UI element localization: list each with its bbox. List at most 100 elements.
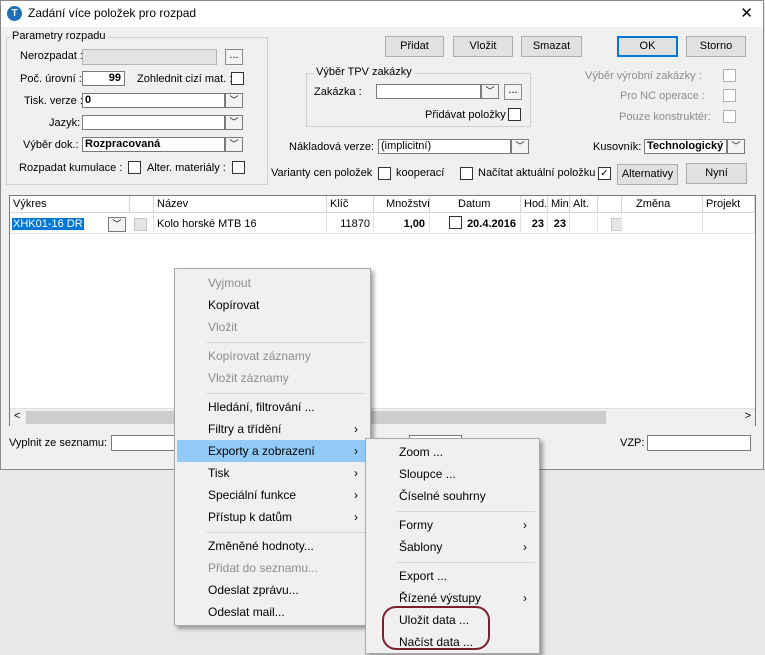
col-head-vykres[interactable]: Výkres — [10, 196, 130, 213]
submenu-export[interactable]: Export ... — [368, 565, 537, 587]
cell-mnozstvi[interactable]: 1,00 — [374, 214, 430, 234]
chevron-right-icon: › — [354, 422, 358, 436]
tisk-verze-label: Tisk. verze : — [24, 95, 83, 107]
menu-exporty[interactable]: Exporty a zobrazení › — [177, 440, 368, 462]
zakazka-field[interactable] — [376, 84, 481, 99]
nerozpadat-field — [82, 49, 217, 65]
vyber-dok-field[interactable]: Rozpracovaná — [82, 137, 225, 152]
kusovnik-field[interactable]: Technologický — [644, 139, 727, 154]
menu-odeslat-zpravu[interactable]: Odeslat zprávu... — [177, 579, 368, 601]
pridat-button[interactable]: Přidat — [385, 36, 444, 57]
vyrobni-zakazka-label: Výběr výrobní zakázky : — [585, 70, 702, 82]
ok-button[interactable]: OK — [617, 36, 678, 57]
nakladova-field[interactable]: (implicitní) — [378, 139, 511, 154]
vzp-field[interactable] — [647, 435, 751, 451]
vyber-dok-dropdown-icon[interactable]: ﹀ — [225, 137, 243, 152]
menu-hledani[interactable]: Hledání, filtrování ... — [177, 396, 368, 418]
nakladova-dropdown-icon[interactable]: ﹀ — [511, 139, 529, 154]
col-head-klic[interactable]: Klíč — [327, 196, 374, 213]
menu-tisk-label: Tisk — [208, 466, 230, 480]
nc-operace-checkbox — [723, 89, 736, 102]
zohlednit-checkbox[interactable] — [231, 72, 244, 85]
nyni-button[interactable]: Nyní — [686, 163, 747, 184]
col-head-blank2 — [598, 196, 622, 213]
cell-datum[interactable]: 20.4.2016 — [430, 214, 521, 234]
tisk-verze-field[interactable]: 0 — [82, 93, 225, 108]
poc-urovni-label: Poč. úrovní : — [20, 73, 82, 85]
rozpadat-label: Rozpadat kumulace : — [19, 162, 123, 174]
chevron-right-icon: › — [354, 444, 358, 458]
storno-button[interactable]: Storno — [686, 36, 746, 57]
vykres-selected-text[interactable]: XHK01-16 DR — [12, 218, 84, 230]
datum-value[interactable]: 20.4.2016 — [467, 218, 516, 230]
vlozit-button[interactable]: Vložit — [453, 36, 513, 57]
row-marker-2 — [611, 217, 621, 231]
nacitat-checkbox[interactable]: ✓ — [598, 167, 611, 180]
col-head-mnozstvi[interactable]: Množství — [374, 196, 430, 213]
col-head-zmena[interactable]: Změna — [622, 196, 703, 213]
alternativy-button[interactable]: Alternativy — [617, 164, 678, 185]
menu-pristup[interactable]: Přístup k datům › — [177, 506, 368, 528]
col-head-min[interactable]: Min. — [548, 196, 570, 213]
vzp-label: VZP: — [620, 437, 645, 449]
vyplnit-field[interactable] — [111, 435, 181, 451]
close-icon[interactable]: ✕ — [740, 4, 753, 22]
kooperaci-checkbox[interactable] — [378, 167, 391, 180]
nerozpadat-label: Nerozpadat : — [20, 50, 83, 62]
cell-klic[interactable]: 11870 — [327, 214, 374, 234]
cell-zmena[interactable] — [622, 214, 703, 234]
alter-checkbox[interactable] — [232, 161, 245, 174]
kooperaci-label: kooperací — [396, 167, 445, 179]
col-head-blank — [130, 196, 154, 213]
zakazka-browse-button[interactable]: ... — [504, 84, 522, 100]
varianty-label: Varianty cen položek — [271, 167, 373, 179]
submenu-sablony[interactable]: Šablony › — [368, 536, 537, 558]
jazyk-field[interactable] — [82, 115, 225, 130]
poc-urovni-field[interactable]: 99 — [82, 71, 125, 86]
cell-hod[interactable]: 23 — [521, 214, 548, 234]
cell-alt[interactable] — [570, 214, 598, 234]
menu-zmenene[interactable]: Změněné hodnoty... — [177, 535, 368, 557]
cell-nazev[interactable]: Kolo horské MTB 16 — [154, 214, 327, 234]
submenu-sloupce[interactable]: Sloupce ... — [368, 463, 537, 485]
horizontal-scrollbar[interactable]: < > — [10, 408, 755, 426]
nacitat-aktualni-checkbox[interactable] — [460, 167, 473, 180]
jazyk-dropdown-icon[interactable]: ﹀ — [225, 115, 243, 130]
jazyk-label: Jazyk: — [49, 117, 81, 129]
chevron-right-icon: › — [523, 518, 527, 532]
kusovnik-dropdown-icon[interactable]: ﹀ — [727, 139, 745, 154]
menu-odeslat-mail[interactable]: Odeslat mail... — [177, 601, 368, 623]
pridavat-checkbox[interactable] — [508, 108, 521, 121]
nacitat-label: Načítat aktuální položku — [478, 167, 596, 179]
vyber-dok-label: Výběr dok.: — [23, 139, 79, 151]
col-head-datum[interactable]: Datum — [430, 196, 521, 213]
menu-tisk[interactable]: Tisk › — [177, 462, 368, 484]
col-head-nazev[interactable]: Název — [154, 196, 327, 213]
window-title: Zadání více položek pro rozpad — [28, 6, 197, 20]
chevron-right-icon: › — [354, 488, 358, 502]
zakazka-dropdown-icon[interactable]: ﹀ — [481, 84, 499, 99]
submenu-zoom[interactable]: Zoom ... — [368, 441, 537, 463]
chevron-right-icon: › — [523, 540, 527, 554]
datum-checkbox[interactable] — [449, 216, 462, 229]
nc-operace-label: Pro NC operace : — [620, 90, 705, 102]
menu-separator — [397, 511, 535, 512]
menu-pristup-label: Přístup k datům — [208, 510, 293, 524]
menu-specialni[interactable]: Speciální funkce › — [177, 484, 368, 506]
col-head-projekt[interactable]: Projekt — [703, 196, 755, 213]
scroll-right-icon[interactable]: > — [745, 410, 751, 422]
scroll-left-icon[interactable]: < — [14, 410, 20, 422]
rozpadat-checkbox[interactable] — [128, 161, 141, 174]
menu-kopirovat[interactable]: Kopírovat — [177, 294, 368, 316]
vykres-dropdown-icon[interactable]: ﹀ — [108, 217, 126, 232]
submenu-formy[interactable]: Formy › — [368, 514, 537, 536]
cell-projekt[interactable] — [703, 214, 755, 234]
smazat-button[interactable]: Smazat — [521, 36, 582, 57]
tisk-verze-dropdown-icon[interactable]: ﹀ — [225, 93, 243, 108]
col-head-hod[interactable]: Hod. — [521, 196, 548, 213]
cell-min[interactable]: 23 — [548, 214, 570, 234]
col-head-alt[interactable]: Alt. — [570, 196, 598, 213]
submenu-ciselne-souhrny[interactable]: Číselné souhrny — [368, 485, 537, 507]
menu-filtry[interactable]: Filtry a třídění › — [177, 418, 368, 440]
nerozpadat-browse-button[interactable]: ... — [225, 49, 243, 65]
